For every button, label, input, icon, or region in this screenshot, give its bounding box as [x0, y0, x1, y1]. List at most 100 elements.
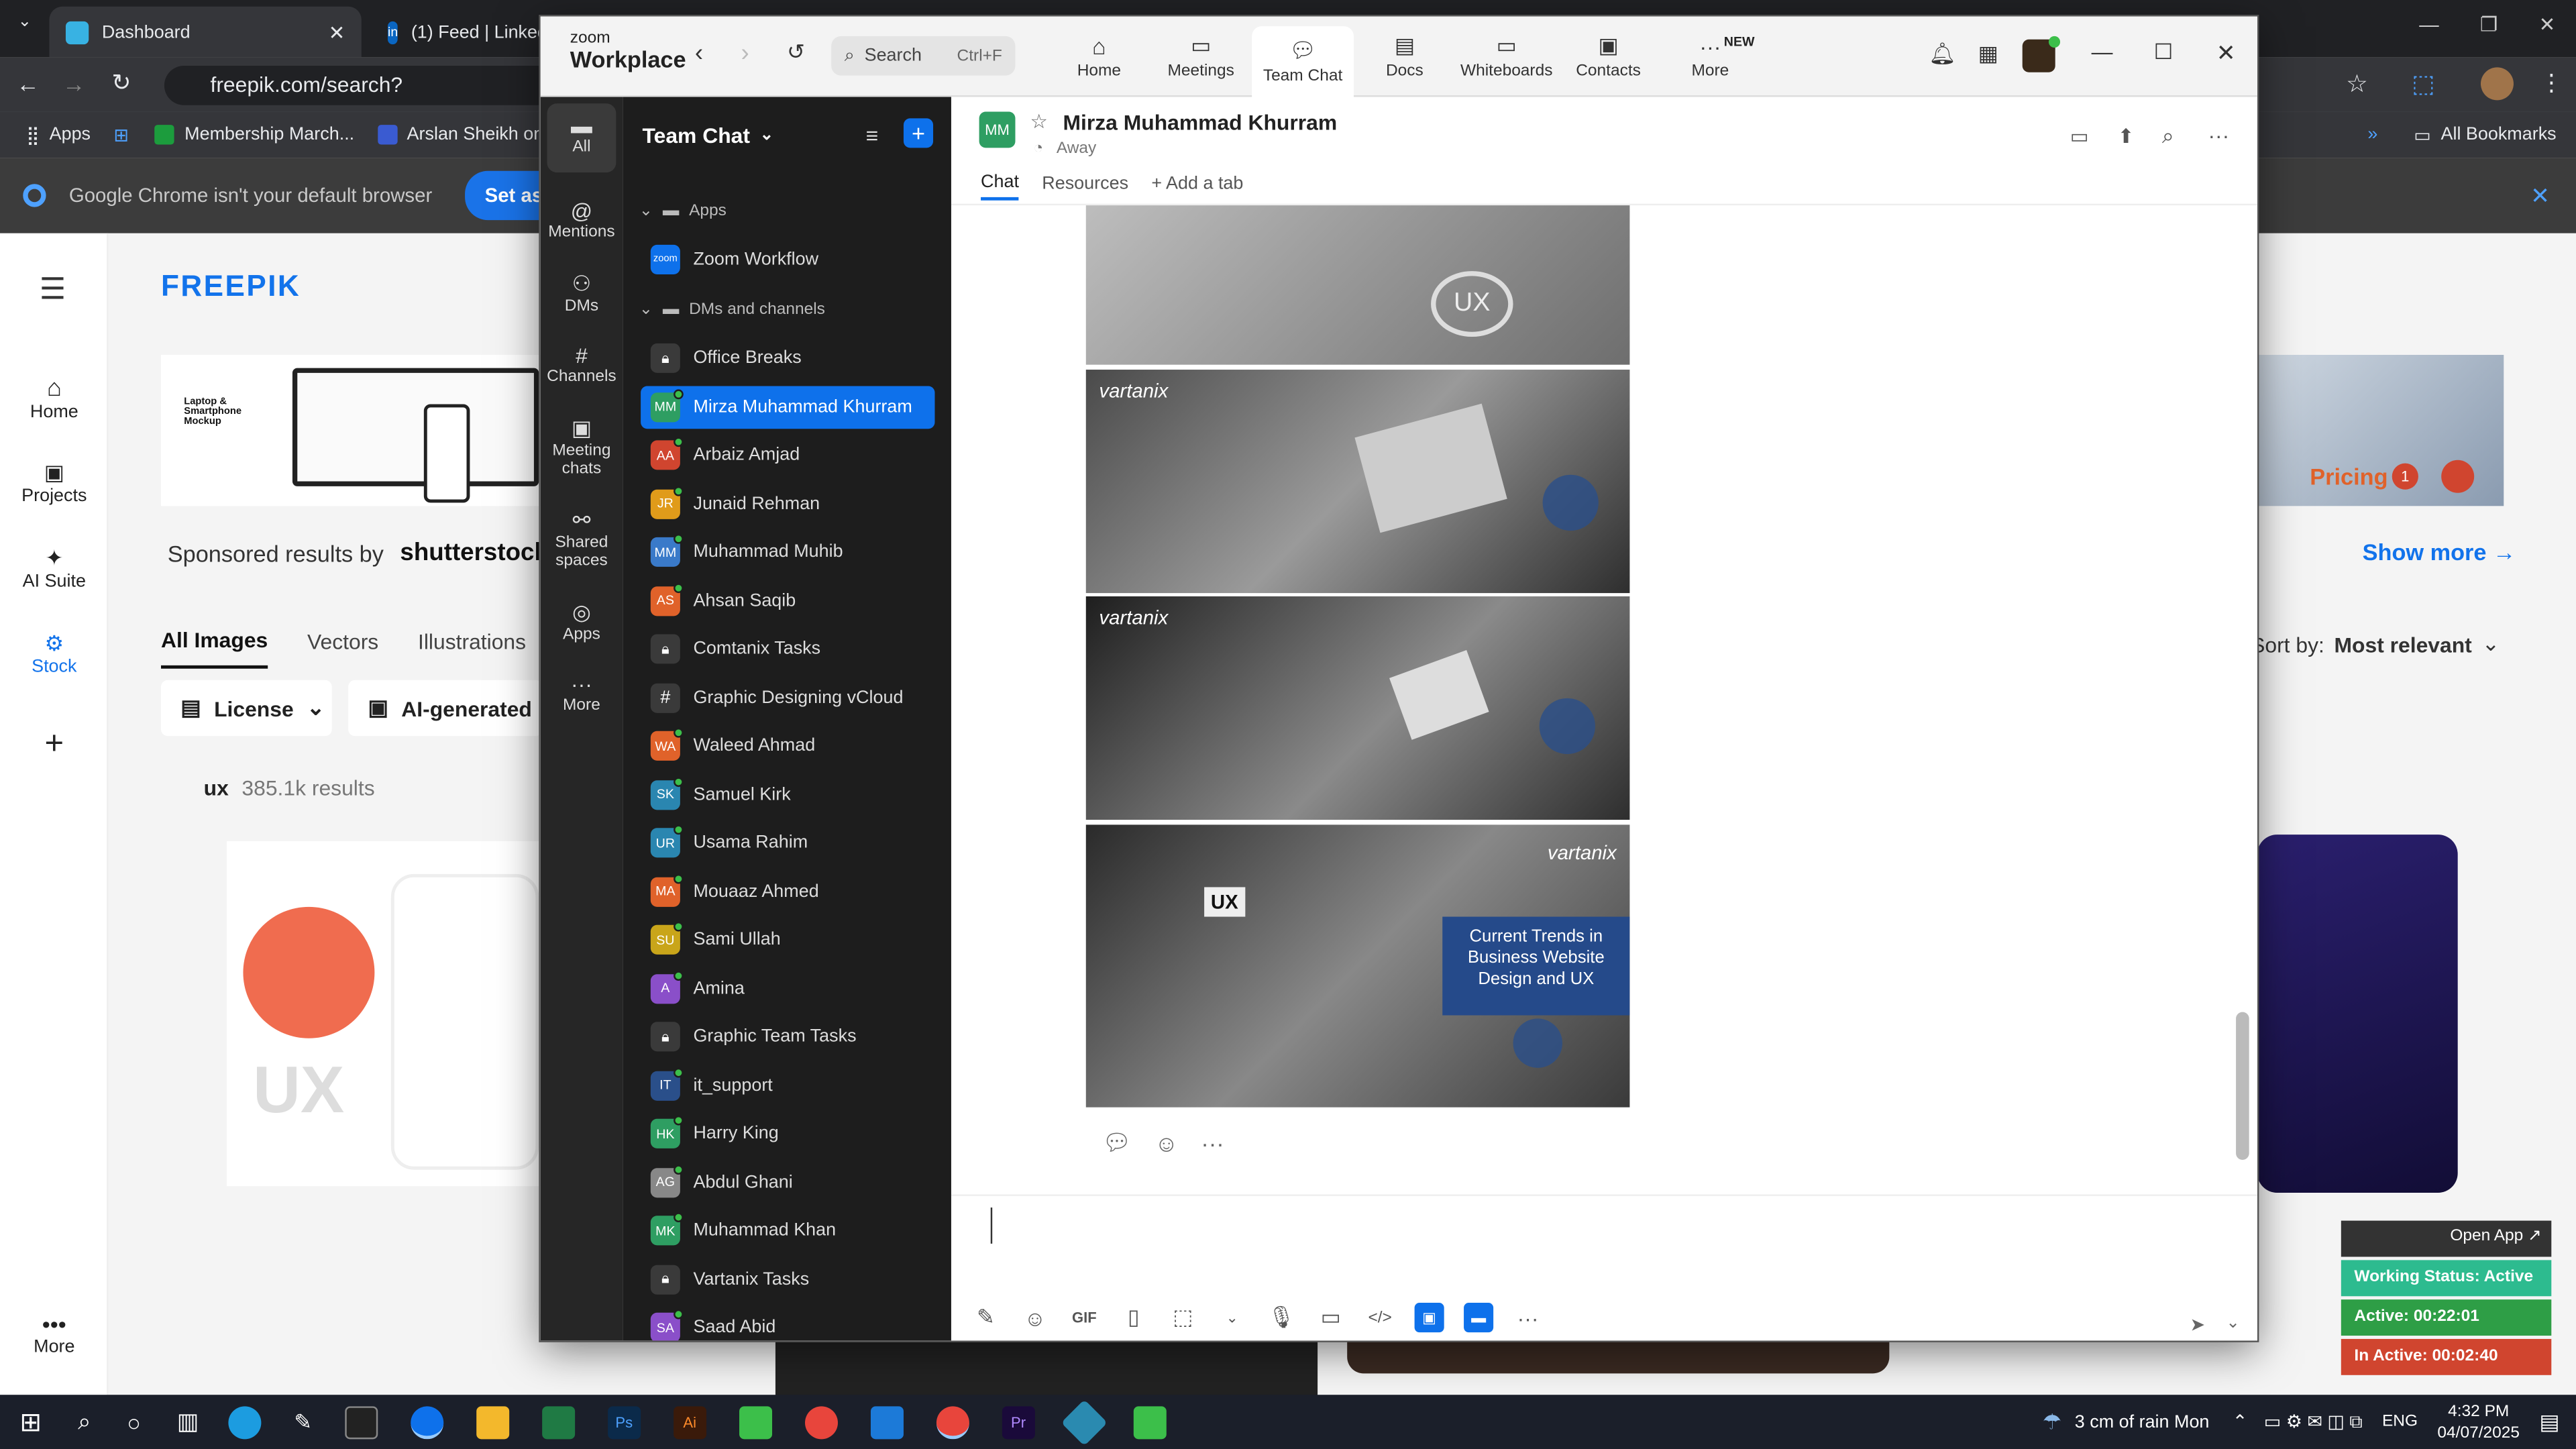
chat-list-item[interactable]: IT it_support: [641, 1064, 934, 1107]
sort-control[interactable]: Sort by: Most relevant ⌄: [2251, 631, 2500, 657]
chat-list-item[interactable]: zoom Zoom Workflow: [641, 238, 934, 281]
add-tab[interactable]: + Add a tab: [1151, 174, 1243, 199]
search-icon[interactable]: ⌕: [78, 1408, 91, 1436]
tab-home[interactable]: ⌂ Home: [1048, 17, 1150, 97]
tab-vectors[interactable]: Vectors: [307, 629, 378, 667]
chat-list-item[interactable]: SU Sami Ullah: [641, 918, 934, 961]
chat-list-item[interactable]: 🔒︎ Office Breaks: [641, 337, 934, 380]
tab-whiteboards[interactable]: ▭ Whiteboards: [1456, 17, 1558, 97]
pricing-link[interactable]: Pricing: [2310, 464, 2387, 490]
gif-button[interactable]: GIF: [1069, 1303, 1099, 1332]
bookmark-star-icon[interactable]: ☆: [2346, 69, 2368, 99]
reload-icon[interactable]: ↻: [112, 69, 131, 97]
photoshop-icon[interactable]: Ps: [607, 1405, 641, 1439]
app-icon[interactable]: ▣: [1414, 1303, 1444, 1333]
more-icon[interactable]: ···: [2208, 123, 2229, 148]
forward-icon[interactable]: →: [62, 70, 85, 97]
close-window-icon[interactable]: ✕: [2539, 13, 2556, 43]
tray-icons[interactable]: ▭ ⚙ ✉ ◫ ⧉: [2264, 1410, 2363, 1433]
dark-ui-result[interactable]: [2257, 835, 2458, 1193]
hamburger-menu-icon[interactable]: ☰: [40, 273, 66, 307]
user-avatar[interactable]: [2441, 460, 2475, 493]
browser-tab-linkedin[interactable]: in (1) Feed | LinkedI: [371, 7, 552, 58]
app-diamond-icon[interactable]: [1061, 1398, 1108, 1446]
chrome-menu-icon[interactable]: ⋮: [2540, 69, 2563, 97]
zoom-taskbar-icon[interactable]: [410, 1405, 443, 1439]
mic-icon[interactable]: 🎙︎: [1267, 1303, 1296, 1332]
rail-item-dms[interactable]: ⚇ DMs: [541, 271, 623, 315]
tab-more[interactable]: NEW ··· More: [1659, 17, 1761, 97]
chat-list-item[interactable]: UR Usama Rahim: [641, 822, 934, 865]
tray-chevron-icon[interactable]: ⌃: [2233, 1411, 2248, 1432]
calendar-icon[interactable]: ▦: [1978, 41, 1998, 67]
tab-all-images[interactable]: All Images: [161, 628, 268, 669]
reply-icon[interactable]: 💬︎: [1102, 1128, 1132, 1157]
windows-start-icon[interactable]: ⊞: [19, 1405, 42, 1438]
close-icon[interactable]: ✕: [329, 21, 345, 44]
rail-item-more[interactable]: ··· More: [541, 672, 623, 715]
bookmark-arslan[interactable]: Arslan Sheikh on B: [407, 125, 561, 144]
tab-contacts[interactable]: ▣ Contacts: [1558, 17, 1660, 97]
zoom-search-input[interactable]: ⌕ Search Ctrl+F: [831, 36, 1016, 76]
clock[interactable]: 4:32 PM 04/07/2025: [2437, 1401, 2520, 1444]
chat-list-item[interactable]: MA Mouaaz Ahmed: [641, 870, 934, 913]
tab-meetings[interactable]: ▭ Meetings: [1150, 17, 1252, 97]
sidebar-item-ai-suite[interactable]: ✦ AI Suite: [0, 545, 109, 592]
task-view-icon[interactable]: ▥: [177, 1408, 199, 1436]
notifications-icon[interactable]: ▤: [2539, 1409, 2559, 1435]
video-call-icon[interactable]: ▭: [2070, 125, 2089, 148]
emoji-icon[interactable]: ☺: [1020, 1303, 1050, 1332]
message-image-4[interactable]: vartanix UX Current Trends in Business W…: [1085, 824, 1630, 1108]
new-chat-button[interactable]: +: [903, 118, 934, 148]
ux-illustration-result[interactable]: UX: [226, 841, 543, 1187]
maximize-icon[interactable]: ☐: [2154, 40, 2174, 66]
excel-icon[interactable]: [541, 1405, 575, 1439]
chevron-down-icon[interactable]: ⌄: [2226, 1314, 2240, 1332]
minimize-icon[interactable]: —: [2092, 40, 2113, 64]
file-explorer-icon[interactable]: [476, 1405, 509, 1439]
app2-icon[interactable]: ▬: [1464, 1303, 1494, 1333]
ai-generated-filter[interactable]: ▣ AI-generated: [348, 680, 543, 737]
minimize-icon[interactable]: —: [2419, 13, 2438, 43]
section-dms[interactable]: ⌄ ▬ DMs and channels: [639, 301, 825, 319]
bottom-result-2[interactable]: [1347, 1337, 1890, 1374]
search-icon[interactable]: ⌕: [2162, 123, 2174, 150]
app-green-icon[interactable]: [739, 1405, 772, 1439]
code-icon[interactable]: </>: [1365, 1303, 1395, 1332]
license-filter[interactable]: ▤ License ⌄: [161, 680, 332, 737]
back-icon[interactable]: ←: [16, 70, 39, 97]
screenshot-icon[interactable]: ⬚: [1168, 1303, 1197, 1332]
sidebar-item-stock[interactable]: ⚙ Stock: [0, 631, 109, 677]
chat-list-item[interactable]: 🔒︎ Vartanix Tasks: [641, 1258, 934, 1301]
message-input[interactable]: [984, 1201, 2233, 1283]
sidebar-item-more[interactable]: ••• More: [0, 1311, 109, 1357]
bell-icon[interactable]: 🔔︎: [1929, 41, 1955, 67]
show-more-link[interactable]: Show more →: [2363, 539, 2516, 565]
notification-badge[interactable]: 1: [2392, 463, 2418, 490]
team-chat-title[interactable]: Team Chat ⌄: [643, 123, 774, 148]
rail-item-mentions[interactable]: @ Mentions: [541, 199, 623, 241]
sidebar-item-home[interactable]: ⌂ Home: [0, 374, 109, 422]
chat-list-item[interactable]: 🔒︎ Graphic Team Tasks: [641, 1015, 934, 1058]
app-green2-icon[interactable]: [1133, 1405, 1167, 1439]
video-clip-icon[interactable]: ▭: [1316, 1303, 1346, 1332]
tab-team-chat[interactable]: 💬︎ Team Chat: [1252, 26, 1354, 97]
chat-list-item[interactable]: 🔒︎ Comtanix Tasks: [641, 628, 934, 671]
add-icon[interactable]: +: [0, 726, 109, 763]
chat-list-item[interactable]: A Amina: [641, 967, 934, 1010]
premiere-icon[interactable]: Pr: [1002, 1405, 1035, 1439]
chat-list-item[interactable]: WA Waleed Ahmad: [641, 724, 934, 767]
tab-search-icon[interactable]: ⌄: [10, 13, 40, 43]
forward-icon[interactable]: ›: [741, 40, 749, 68]
pen-icon[interactable]: ✎: [294, 1409, 312, 1435]
address-bar[interactable]: freepik.com/search?format=search&last: [164, 65, 559, 136]
rail-item-apps[interactable]: ◎ Apps: [541, 600, 623, 644]
share-screen-icon[interactable]: ⬆: [2118, 125, 2135, 148]
browser-tab-dashboard[interactable]: Dashboard ✕: [49, 6, 362, 58]
all-bookmarks[interactable]: All Bookmarks: [2440, 125, 2556, 144]
more-icon[interactable]: ···: [1513, 1303, 1543, 1332]
message-image-2[interactable]: vartanix: [1085, 370, 1630, 594]
rail-item-shared-spaces[interactable]: ⚯ Shared spaces: [541, 508, 623, 570]
file-icon[interactable]: ▯: [1119, 1303, 1148, 1332]
back-icon[interactable]: ‹: [695, 40, 703, 68]
